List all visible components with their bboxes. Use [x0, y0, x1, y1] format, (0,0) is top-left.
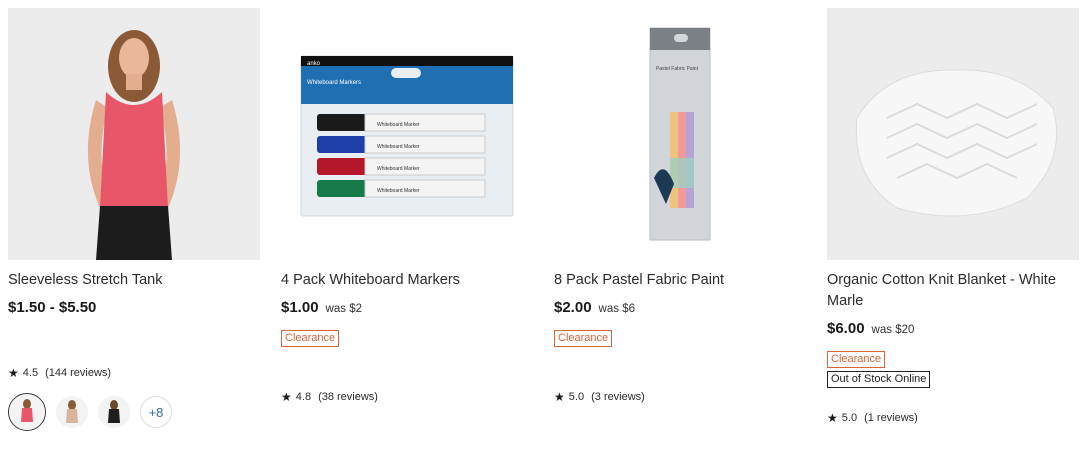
product-title[interactable]: 8 Pack Pastel Fabric Paint: [554, 270, 806, 291]
marker-label: Whiteboard Marker: [377, 144, 420, 150]
swatch-pink-tank-image: [9, 394, 45, 430]
was-price: was $6: [598, 303, 635, 315]
star-icon: ★: [554, 390, 565, 404]
product-rating-paint: ★ 5.0 (3 reviews): [554, 390, 645, 404]
product-image-tank[interactable]: [8, 8, 260, 260]
swatch-black[interactable]: [98, 396, 130, 428]
more-swatches-button[interactable]: +8: [140, 396, 172, 428]
review-count[interactable]: (144 reviews): [45, 367, 111, 379]
product-image-markers[interactable]: anko Whiteboard Markers Whiteboard Marke…: [281, 8, 533, 260]
product-price: $1.00: [281, 299, 319, 316]
product-title[interactable]: 4 Pack Whiteboard Markers: [281, 270, 533, 291]
swatch-beige-tank-image: [56, 396, 88, 428]
white-knit-blanket-photo: [827, 8, 1079, 260]
was-price: was $2: [325, 303, 362, 315]
rating-value: 4.8: [295, 391, 312, 403]
out-of-stock-badge: Out of Stock Online: [827, 371, 931, 388]
pack-brand: anko: [307, 61, 321, 67]
rating-value: 4.5: [22, 367, 39, 379]
product-card-paint[interactable]: Pastel Fabric Paint 8 Pack Pastel Fabric…: [554, 8, 806, 347]
was-price: was $20: [871, 324, 915, 336]
marker-label: Whiteboard Marker: [377, 122, 420, 128]
product-card-markers[interactable]: anko Whiteboard Markers Whiteboard Marke…: [281, 8, 533, 347]
product-rating-markers: ★ 4.8 (38 reviews): [281, 390, 378, 404]
review-count[interactable]: (38 reviews): [318, 391, 378, 403]
clearance-badge: Clearance: [554, 330, 613, 347]
marker-label: Whiteboard Marker: [377, 188, 420, 194]
swatch-beige[interactable]: [56, 396, 88, 428]
star-icon: ★: [827, 411, 838, 425]
swatch-black-tank-image: [98, 396, 130, 428]
product-card-tank[interactable]: Sleeveless Stretch Tank $1.50 - $5.50: [8, 8, 260, 316]
star-icon: ★: [281, 390, 292, 404]
review-count[interactable]: (3 reviews): [591, 391, 645, 403]
product-image-paint[interactable]: Pastel Fabric Paint: [554, 8, 806, 260]
color-swatches: +8: [8, 393, 172, 431]
whiteboard-markers-pack-photo: anko Whiteboard Markers Whiteboard Marke…: [281, 8, 533, 260]
product-rating-tank: ★ 4.5 (144 reviews): [8, 366, 111, 380]
clearance-badge: Clearance: [827, 351, 886, 368]
rating-value: 5.0: [841, 412, 858, 424]
product-price: $6.00: [827, 320, 865, 337]
product-title[interactable]: Sleeveless Stretch Tank: [8, 270, 260, 291]
swatch-pink[interactable]: [8, 393, 46, 431]
product-image-blanket[interactable]: [827, 8, 1079, 260]
pack-title: Whiteboard Markers: [307, 80, 361, 86]
marker-label: Whiteboard Marker: [377, 166, 420, 172]
product-card-blanket[interactable]: Organic Cotton Knit Blanket - White Marl…: [827, 8, 1079, 388]
pack-title: Pastel Fabric Paint: [656, 66, 699, 72]
star-icon: ★: [8, 366, 19, 380]
review-count[interactable]: (1 reviews): [864, 412, 918, 424]
product-title[interactable]: Organic Cotton Knit Blanket - White Marl…: [827, 270, 1079, 312]
fabric-paint-box-photo: Pastel Fabric Paint: [554, 8, 806, 260]
product-price: $2.00: [554, 299, 592, 316]
woman-in-pink-tank-photo: [8, 8, 260, 260]
rating-value: 5.0: [568, 391, 585, 403]
product-rating-blanket: ★ 5.0 (1 reviews): [827, 411, 918, 425]
clearance-badge: Clearance: [281, 330, 340, 347]
product-price: $1.50 - $5.50: [8, 299, 97, 316]
